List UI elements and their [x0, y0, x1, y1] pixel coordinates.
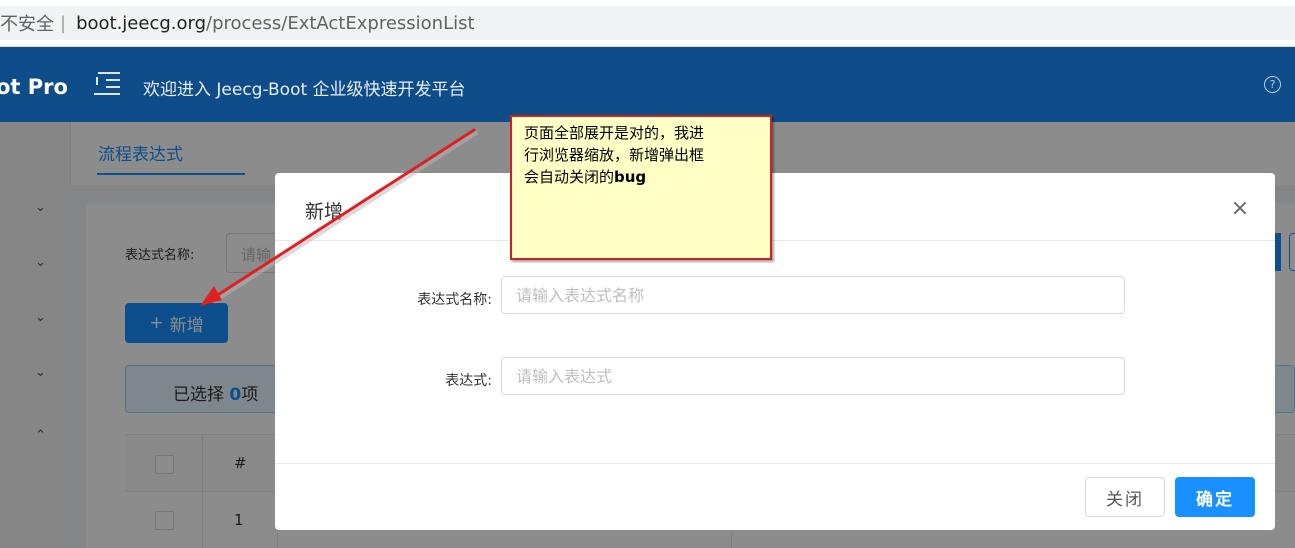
annotation-line-3-text: 会自动关闭的	[524, 168, 615, 186]
annotation-line-3: 会自动关闭的bug	[524, 166, 764, 188]
annotation-line-1: 页面全部展开是对的，我进	[524, 124, 705, 142]
annotation-bug-word: bug	[614, 168, 647, 186]
annotation-text: 页面全部展开是对的，我进 行浏览器缩放，新增弹出框 会自动关闭的bug	[524, 122, 764, 188]
annotation-arrow-icon	[200, 128, 478, 306]
annotation-line-2: 行浏览器缩放，新增弹出框	[524, 146, 705, 164]
annotation-note: 页面全部展开是对的，我进 行浏览器缩放，新增弹出框 会自动关闭的bug	[510, 115, 772, 260]
